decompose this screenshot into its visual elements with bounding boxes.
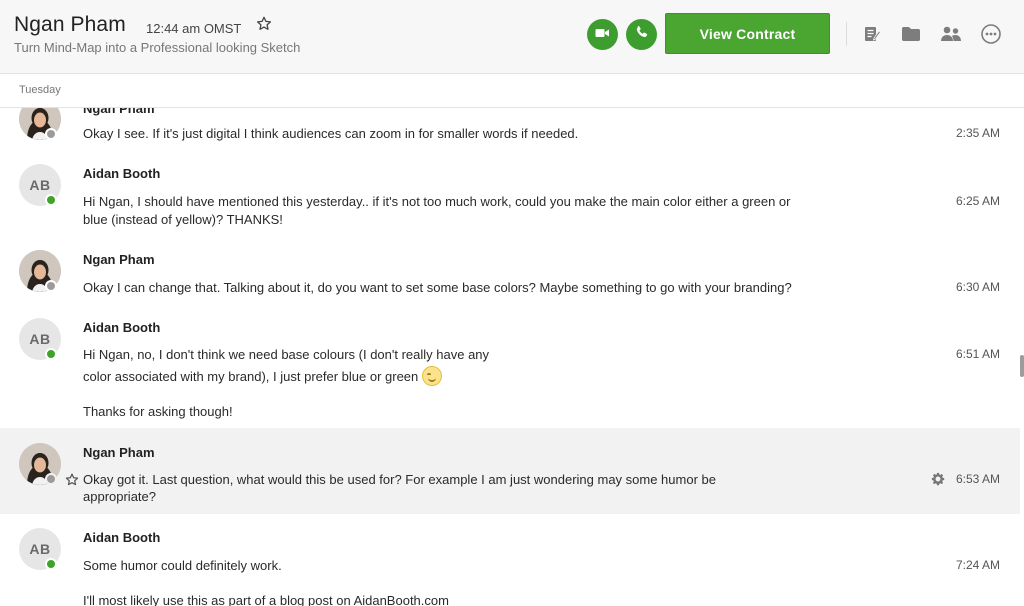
view-contract-button[interactable]: View Contract xyxy=(665,13,830,54)
message-text: Okay I see. If it's just digital I think… xyxy=(83,126,579,141)
message-text-line: Okay got it. Last question, what would t… xyxy=(83,472,716,487)
star-icon[interactable] xyxy=(256,16,272,32)
message-time: 6:53 AM xyxy=(955,472,1000,486)
message-item: AB Aidan Booth Hi Ngan, no, I don't thin… xyxy=(0,308,1020,428)
message-sender[interactable]: Ngan Pham xyxy=(83,445,155,460)
phone-call-icon xyxy=(635,25,649,44)
offline-status-indicator xyxy=(45,280,57,292)
message-text-line: blue (instead of yellow)? THANKS! xyxy=(83,212,283,227)
more-options-icon[interactable] xyxy=(979,22,1003,46)
message-list[interactable]: Ngan Pham Okay I see. If it's just digit… xyxy=(0,108,1024,606)
online-status-indicator xyxy=(45,194,57,206)
conversation-header: Ngan Pham 12:44 am OMST Turn Mind-Map in… xyxy=(0,0,1024,74)
message-text-line: appropriate? xyxy=(83,489,156,504)
date-divider: Tuesday xyxy=(0,74,1024,108)
message-text-line: Some humor could definitely work. xyxy=(83,558,282,573)
message-time: 7:24 AM xyxy=(955,558,1000,572)
message-text-line: Hi Ngan, I should have mentioned this ye… xyxy=(83,194,791,209)
message-time: 6:51 AM xyxy=(955,347,1000,361)
grinning-face-emoji xyxy=(422,366,443,386)
message-sender[interactable]: Ngan Pham xyxy=(83,252,155,267)
message-item-hovered[interactable]: Ngan Pham Okay got it. Last question, wh… xyxy=(0,428,1020,514)
message-time: 2:35 AM xyxy=(955,126,1000,140)
video-call-icon xyxy=(595,26,610,44)
online-status-indicator xyxy=(45,558,57,570)
message-sender[interactable]: Aidan Booth xyxy=(83,530,160,545)
voice-call-button[interactable] xyxy=(626,19,657,50)
message-item: AB Aidan Booth Hi Ngan, I should have me… xyxy=(0,154,1020,240)
message-text-fragment: color associated with my brand), I just … xyxy=(83,369,419,384)
offline-status-indicator xyxy=(45,473,57,485)
people-icon[interactable] xyxy=(939,22,963,46)
notes-icon[interactable] xyxy=(860,22,884,46)
gear-icon[interactable] xyxy=(931,472,945,486)
message-text-line: I'll most likely use this as part of a b… xyxy=(83,593,449,606)
online-status-indicator xyxy=(45,348,57,360)
date-label: Tuesday xyxy=(19,84,61,96)
message-text: Okay I can change that. Talking about it… xyxy=(83,280,792,295)
message-text-line: Thanks for asking though! xyxy=(83,404,233,419)
contact-local-time: 12:44 am OMST xyxy=(146,21,242,36)
video-call-button[interactable] xyxy=(587,19,618,50)
message-text-line: color associated with my brand), I just … xyxy=(83,366,443,386)
scrollbar-thumb[interactable] xyxy=(1020,355,1024,377)
folder-icon[interactable] xyxy=(899,22,923,46)
message-item: AB Aidan Booth Some humor could definite… xyxy=(0,514,1020,606)
offline-status-indicator xyxy=(45,128,57,140)
message-sender[interactable]: Aidan Booth xyxy=(83,320,160,335)
toolbar-divider xyxy=(846,22,847,46)
message-time: 6:25 AM xyxy=(955,194,1000,208)
message-item: Ngan Pham Okay I see. If it's just digit… xyxy=(0,108,1020,154)
contract-title[interactable]: Turn Mind-Map into a Professional lookin… xyxy=(14,40,300,55)
star-icon[interactable] xyxy=(65,473,79,487)
message-item: Ngan Pham Okay I can change that. Talkin… xyxy=(0,240,1020,308)
message-sender[interactable]: Aidan Booth xyxy=(83,166,160,181)
message-sender[interactable]: Ngan Pham xyxy=(83,108,155,116)
message-time: 6:30 AM xyxy=(955,280,1000,294)
message-text-line: Hi Ngan, no, I don't think we need base … xyxy=(83,347,490,362)
contact-name[interactable]: Ngan Pham xyxy=(14,13,126,37)
